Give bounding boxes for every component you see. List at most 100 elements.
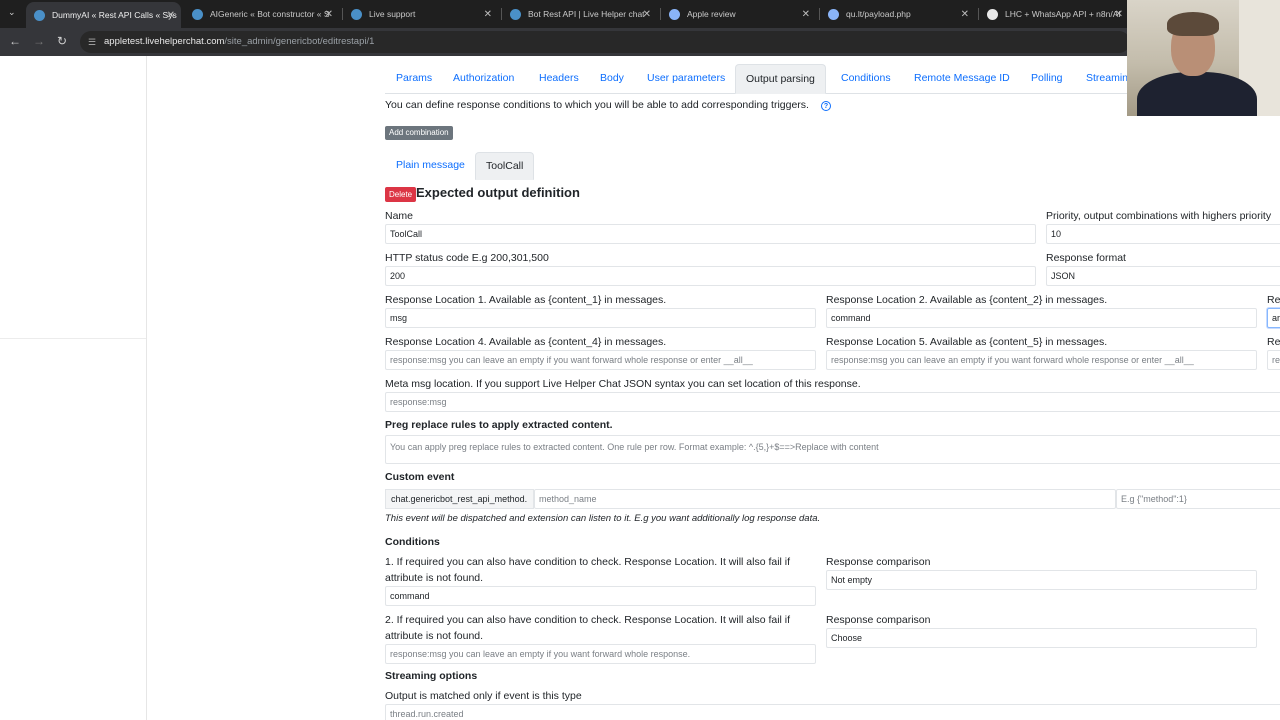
condition-1-comparison-label: Response comparison: [826, 556, 931, 568]
tab-plain-message[interactable]: Plain message: [396, 152, 465, 180]
tab-conditions[interactable]: Conditions: [841, 64, 891, 94]
condition-2-comparison-label: Response comparison: [826, 614, 931, 626]
sidebar-divider: [146, 56, 147, 720]
priority-input[interactable]: 10: [1046, 224, 1280, 244]
globe-icon: [828, 8, 839, 20]
response-location-6-input[interactable]: re: [1267, 350, 1280, 370]
forward-arrow-icon[interactable]: →: [33, 34, 45, 48]
condition-2-label: 2. If required you can also have conditi…: [385, 614, 791, 626]
name-input[interactable]: ToolCall: [385, 224, 1036, 244]
streaming-event-type-label: Output is matched only if event is this …: [385, 690, 582, 702]
tab-polling[interactable]: Polling: [1031, 64, 1063, 94]
page-content: Params Authorization Headers Body User p…: [0, 56, 1280, 720]
close-icon[interactable]: ✕: [167, 10, 175, 21]
custom-event-help: This event will be dispatched and extens…: [385, 513, 821, 524]
condition-2-location-input[interactable]: response:msg you can leave an empty if y…: [385, 644, 816, 664]
section-title: Expected output definition: [416, 185, 580, 200]
lhc-icon: [192, 8, 203, 20]
browser-tab-title: Apple review: [687, 9, 736, 19]
browser-tab-title: qu.lt/payload.php: [846, 9, 911, 19]
address-bar-url[interactable]: appletest.livehelperchat.com/site_admin/…: [104, 36, 374, 47]
browser-tab-live-support[interactable]: Live support ✕: [343, 3, 498, 25]
browser-tab-title: Bot Rest API | Live Helper chat: [528, 9, 645, 19]
tab-authorization[interactable]: Authorization: [453, 64, 514, 94]
tab-headers[interactable]: Headers: [539, 64, 579, 94]
help-icon[interactable]: ?: [821, 101, 831, 111]
conditions-label: Conditions: [385, 536, 440, 548]
close-icon[interactable]: ✕: [961, 9, 969, 20]
url-path: /site_admin/genericbot/editrestapi/1: [224, 36, 375, 47]
streaming-options-label: Streaming options: [385, 670, 478, 682]
tab-user-parameters[interactable]: User parameters: [647, 64, 725, 94]
browser-tab-title: LHC + WhatsApp API + n8n/AI: [1005, 9, 1121, 19]
http-status-label: HTTP status code E.g 200,301,500: [385, 252, 549, 264]
browser-tab-dummyai[interactable]: DummyAI « Rest API Calls « Sys ✕: [26, 2, 181, 28]
close-icon[interactable]: ✕: [802, 9, 810, 20]
condition-1-location-input[interactable]: command: [385, 586, 816, 606]
close-icon[interactable]: ✕: [325, 9, 333, 20]
lhc-icon: [34, 9, 45, 21]
browser-tab-title: Live support: [369, 9, 416, 19]
response-location-4-input[interactable]: response:msg you can leave an empty if y…: [385, 350, 816, 370]
webcam-person-body: [1137, 72, 1257, 116]
custom-event-args-input[interactable]: E.g {"method":1}: [1116, 489, 1280, 509]
response-location-6-label: Re: [1267, 336, 1280, 348]
site-info-icon[interactable]: ☰: [88, 37, 96, 48]
tab-output-parsing[interactable]: Output parsing: [735, 64, 826, 94]
response-location-2-input[interactable]: command: [826, 308, 1257, 328]
browser-tab-bot-rest-api[interactable]: Bot Rest API | Live Helper chat ✕: [502, 3, 657, 25]
condition-2-label-cont: attribute is not found.: [385, 630, 484, 642]
browser-tab-title: AIGeneric « Bot constructor « S: [210, 9, 330, 19]
response-location-4-label: Response Location 4. Available as {conte…: [385, 336, 667, 348]
tab-params[interactable]: Params: [396, 64, 432, 94]
browser-tab-title: DummyAI « Rest API Calls « Sys: [52, 10, 177, 20]
condition-1-comparison-select[interactable]: Not empty: [826, 570, 1257, 590]
response-location-1-input[interactable]: msg: [385, 308, 816, 328]
meta-msg-input[interactable]: response:msg: [385, 392, 1280, 412]
tab-body[interactable]: Body: [600, 64, 624, 94]
tab-search-icon[interactable]: ⌄: [8, 7, 16, 18]
response-location-1-label: Response Location 1. Available as {conte…: [385, 294, 667, 306]
browser-tab-aigeneric[interactable]: AIGeneric « Bot constructor « S ✕: [184, 3, 339, 25]
back-arrow-icon[interactable]: ←: [9, 34, 21, 48]
condition-1-label: 1. If required you can also have conditi…: [385, 556, 791, 568]
preg-replace-textarea[interactable]: You can apply preg replace rules to extr…: [385, 435, 1280, 464]
custom-event-label: Custom event: [385, 471, 455, 483]
tab-toolcall[interactable]: ToolCall: [475, 152, 535, 180]
browser-toolbar: ← → ↻ ☰ appletest.livehelperchat.com/sit…: [0, 28, 1280, 56]
browser-tab-strip: ⌄ DummyAI « Rest API Calls « Sys ✕ AIGen…: [0, 0, 1280, 28]
priority-label: Priority, output combinations with highe…: [1046, 210, 1272, 222]
response-location-5-label: Response Location 5. Available as {conte…: [826, 336, 1108, 348]
github-icon: [987, 8, 998, 20]
close-icon[interactable]: ✕: [643, 9, 651, 20]
browser-tab-lhc-whatsapp[interactable]: LHC + WhatsApp API + n8n/AI ✕: [979, 3, 1129, 25]
combination-tabs: Plain message ToolCall: [385, 152, 1280, 180]
custom-event-method-input[interactable]: method_name: [534, 489, 1116, 509]
lhc-icon: [510, 8, 521, 20]
response-location-2-label: Response Location 2. Available as {conte…: [826, 294, 1108, 306]
close-icon[interactable]: ✕: [1115, 9, 1123, 20]
response-location-3-label: Re: [1267, 294, 1280, 306]
response-location-5-input[interactable]: response:msg you can leave an empty if y…: [826, 350, 1257, 370]
tab-remote-message-id[interactable]: Remote Message ID: [914, 64, 1010, 94]
close-icon[interactable]: ✕: [484, 9, 492, 20]
custom-event-prefix: chat.genericbot_rest_api_method.: [385, 489, 534, 509]
webcam-person-hair: [1167, 12, 1219, 36]
browser-tab-payload[interactable]: qu.lt/payload.php ✕: [820, 3, 975, 25]
response-location-3-input[interactable]: ar: [1267, 308, 1280, 328]
condition-2-comparison-select[interactable]: Choose: [826, 628, 1257, 648]
url-host: appletest.livehelperchat.com: [104, 36, 225, 47]
response-format-select[interactable]: JSON: [1046, 266, 1280, 286]
webcam-overlay: [1127, 0, 1280, 116]
globe-icon: [669, 8, 680, 20]
http-status-input[interactable]: 200: [385, 266, 1036, 286]
delete-combination-button[interactable]: Delete: [385, 187, 417, 202]
condition-1-label-cont: attribute is not found.: [385, 572, 484, 584]
sidebar-separator: [0, 338, 146, 339]
browser-tab-apple-review[interactable]: Apple review ✕: [661, 3, 816, 25]
reload-icon[interactable]: ↻: [57, 34, 67, 48]
response-format-label: Response format: [1046, 252, 1126, 264]
streaming-event-type-input[interactable]: thread.run.created: [385, 704, 1280, 720]
tab-streaming[interactable]: Streamin: [1086, 64, 1128, 94]
add-combination-button[interactable]: Add combination: [385, 126, 453, 140]
